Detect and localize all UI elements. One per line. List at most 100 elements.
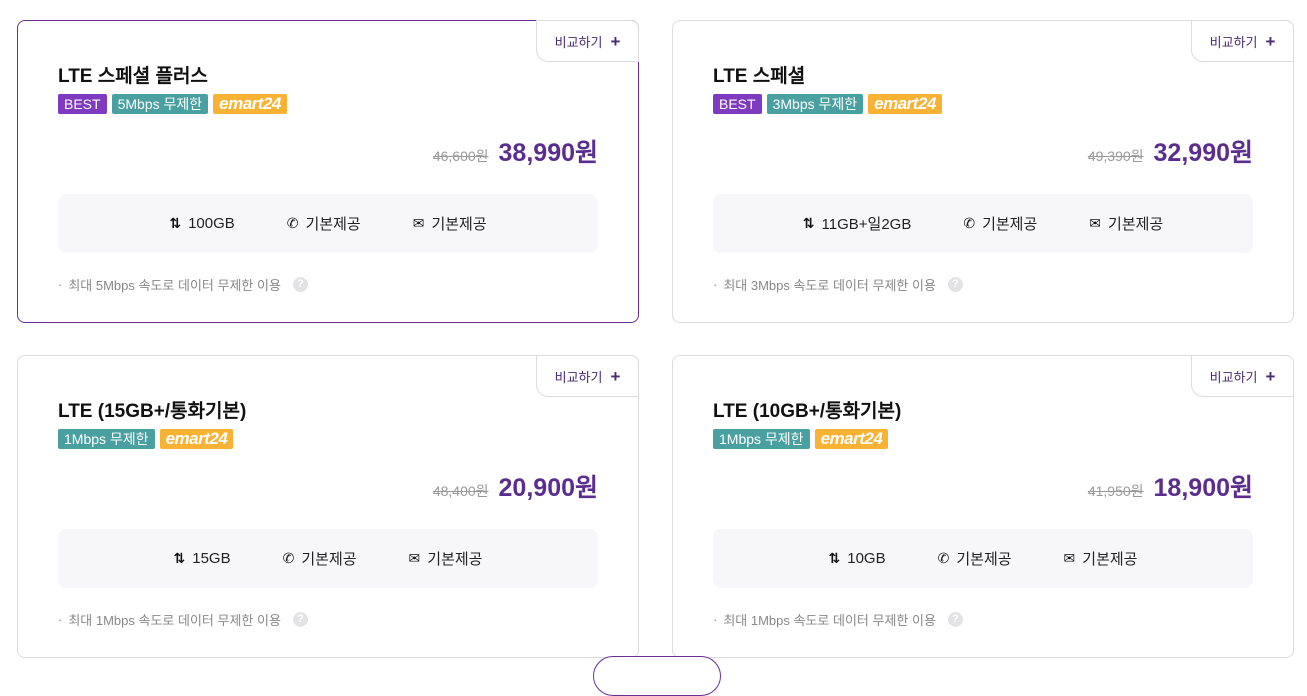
bullet-dot: · <box>58 612 63 627</box>
plan-note: · 최대 3Mbps 속도로 데이터 무제한 이용 ? <box>713 275 963 294</box>
compare-button[interactable]: 비교하기 + <box>1191 20 1294 62</box>
plan-title: LTE 스페셜 플러스 <box>58 66 208 87</box>
plan-tags: 1Mbps 무제한 emart24 <box>58 429 234 449</box>
emart24-logo-badge: emart24 <box>814 429 889 449</box>
data-transfer-icon: ⇅ <box>802 215 815 231</box>
spec-sms-value: 기본제공 <box>431 216 487 233</box>
plus-icon: + <box>610 31 621 51</box>
spec-box: ⇅ 15GB ✆ 기본제공 ✉ 기본제공 <box>58 529 598 588</box>
spec-data-value: 11GB+일2GB <box>821 216 912 233</box>
best-badge: BEST <box>58 94 107 114</box>
discount-price: 20,900원 <box>498 474 598 502</box>
bullet-dot: · <box>713 612 718 627</box>
plan-card[interactable]: 비교하기 + LTE (15GB+/통화기본) 1Mbps 무제한 emart2… <box>17 355 639 658</box>
data-transfer-icon: ⇅ <box>828 550 841 566</box>
discount-price: 32,990원 <box>1153 139 1253 167</box>
plan-note: · 최대 1Mbps 속도로 데이터 무제한 이용 ? <box>58 610 308 629</box>
original-price: 41,950원 <box>1087 483 1144 499</box>
speed-badge: 5Mbps 무제한 <box>111 94 209 114</box>
compare-label: 비교하기 <box>554 369 603 385</box>
original-price: 49,390원 <box>1087 148 1144 164</box>
help-icon[interactable]: ? <box>947 277 963 292</box>
emart24-logo-badge: emart24 <box>868 94 942 114</box>
plan-note: · 최대 1Mbps 속도로 데이터 무제한 이용 ? <box>713 610 963 629</box>
speed-badge: 1Mbps 무제한 <box>58 429 155 449</box>
spec-data-value: 100GB <box>188 215 235 232</box>
plus-icon: + <box>610 366 621 386</box>
price-row: 48,400원 20,900원 <box>433 468 598 504</box>
spec-box: ⇅ 100GB ✆ 기본제공 ✉ 기본제공 <box>58 194 598 253</box>
spec-call: ✆ 기본제공 <box>287 213 361 234</box>
spec-sms: ✉ 기본제공 <box>409 548 483 569</box>
plus-icon: + <box>1265 31 1276 51</box>
compare-label: 비교하기 <box>1209 369 1258 385</box>
more-plans-button[interactable] <box>593 656 721 696</box>
spec-data: ⇅ 100GB <box>169 215 234 232</box>
plus-icon: + <box>1265 366 1276 386</box>
bullet-dot: · <box>58 277 63 292</box>
plan-tags: BEST 3Mbps 무제한 emart24 <box>713 94 942 114</box>
phone-icon: ✆ <box>937 550 950 566</box>
speed-badge: 1Mbps 무제한 <box>713 429 810 449</box>
compare-label: 비교하기 <box>554 34 603 50</box>
spec-sms-value: 기본제공 <box>427 551 483 568</box>
spec-sms: ✉ 기본제공 <box>413 213 487 234</box>
spec-call: ✆ 기본제공 <box>963 213 1037 234</box>
discount-price: 18,900원 <box>1153 474 1253 502</box>
discount-price: 38,990원 <box>498 139 598 167</box>
price-row: 46,600원 38,990원 <box>433 133 598 169</box>
plan-title: LTE (10GB+/통화기본) <box>713 401 902 422</box>
spec-call-value: 기본제공 <box>305 216 361 233</box>
spec-data-value: 10GB <box>847 550 886 567</box>
plan-card[interactable]: 비교하기 + LTE (10GB+/통화기본) 1Mbps 무제한 emart2… <box>672 355 1294 658</box>
spec-call: ✆ 기본제공 <box>938 548 1012 569</box>
spec-box: ⇅ 10GB ✆ 기본제공 ✉ 기본제공 <box>713 529 1253 588</box>
plan-note-text: 최대 3Mbps 속도로 데이터 무제한 이용 <box>723 278 936 293</box>
help-icon[interactable]: ? <box>292 277 308 292</box>
emart24-logo-badge: emart24 <box>159 429 234 449</box>
spec-call-value: 기본제공 <box>301 551 357 568</box>
spec-sms-value: 기본제공 <box>1082 551 1138 568</box>
mail-icon: ✉ <box>1063 550 1076 566</box>
phone-icon: ✆ <box>286 215 299 231</box>
help-icon[interactable]: ? <box>947 612 963 627</box>
mail-icon: ✉ <box>408 550 421 566</box>
plan-note: · 최대 5Mbps 속도로 데이터 무제한 이용 ? <box>58 275 308 294</box>
compare-button[interactable]: 비교하기 + <box>536 355 639 397</box>
plan-tags: 1Mbps 무제한 emart24 <box>713 429 889 449</box>
plan-card[interactable]: 비교하기 + LTE 스페셜 BEST 3Mbps 무제한 emart24 49… <box>672 20 1294 323</box>
data-transfer-icon: ⇅ <box>173 550 186 566</box>
original-price: 48,400원 <box>432 483 489 499</box>
spec-data-value: 15GB <box>192 550 231 567</box>
plan-tags: BEST 5Mbps 무제한 emart24 <box>58 94 287 114</box>
original-price: 46,600원 <box>432 148 489 164</box>
plan-title: LTE 스페셜 <box>713 66 806 87</box>
spec-data: ⇅ 10GB <box>829 550 886 567</box>
compare-label: 비교하기 <box>1209 34 1258 50</box>
spec-sms: ✉ 기본제공 <box>1064 548 1138 569</box>
spec-sms-value: 기본제공 <box>1108 216 1164 233</box>
speed-badge: 3Mbps 무제한 <box>766 94 864 114</box>
compare-button[interactable]: 비교하기 + <box>1191 355 1294 397</box>
plan-note-text: 최대 5Mbps 속도로 데이터 무제한 이용 <box>68 278 281 293</box>
best-badge: BEST <box>713 94 762 114</box>
spec-box: ⇅ 11GB+일2GB ✆ 기본제공 ✉ 기본제공 <box>713 194 1253 253</box>
plan-note-text: 최대 1Mbps 속도로 데이터 무제한 이용 <box>723 613 936 628</box>
spec-call-value: 기본제공 <box>982 216 1038 233</box>
emart24-logo-badge: emart24 <box>213 94 287 114</box>
mail-icon: ✉ <box>412 215 425 231</box>
spec-call: ✆ 기본제공 <box>283 548 357 569</box>
plan-card[interactable]: 비교하기 + LTE 스페셜 플러스 BEST 5Mbps 무제한 emart2… <box>17 20 639 323</box>
spec-call-value: 기본제공 <box>956 551 1012 568</box>
bullet-dot: · <box>713 277 718 292</box>
plan-title: LTE (15GB+/통화기본) <box>58 401 247 422</box>
plan-note-text: 최대 1Mbps 속도로 데이터 무제한 이용 <box>68 613 281 628</box>
mail-icon: ✉ <box>1089 215 1102 231</box>
spec-data: ⇅ 11GB+일2GB <box>803 213 912 234</box>
phone-icon: ✆ <box>282 550 295 566</box>
price-row: 41,950원 18,900원 <box>1088 468 1253 504</box>
data-transfer-icon: ⇅ <box>169 215 182 231</box>
help-icon[interactable]: ? <box>292 612 308 627</box>
compare-button[interactable]: 비교하기 + <box>536 20 639 62</box>
phone-icon: ✆ <box>963 215 976 231</box>
